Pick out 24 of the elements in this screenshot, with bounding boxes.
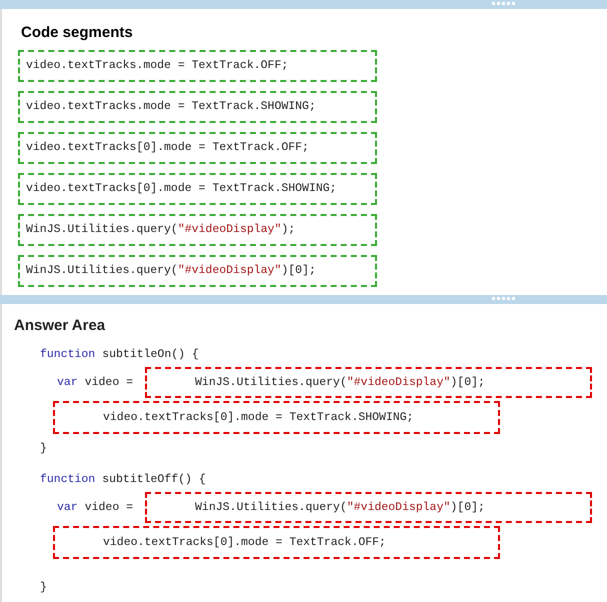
code-line: } [39, 580, 48, 596]
answer-slot[interactable]: video.textTracks[0].mode = TextTrack.OFF; [53, 526, 500, 560]
code-segment[interactable]: video.textTracks.mode = TextTrack.OFF; [18, 50, 377, 82]
code-segment[interactable]: video.textTracks[0].mode = TextTrack.SHOWING; [18, 172, 377, 204]
code-line: video = [84, 374, 134, 391]
code-segment[interactable]: video.textTracks[0].mode = TextTrack.OFF; [18, 132, 377, 164]
code-line: } [39, 440, 48, 457]
code-segment[interactable]: WinJS.Utilities.query("#videoDisplay")[0]; [18, 254, 377, 286]
grip-icon[interactable] [492, 297, 515, 300]
code-segment[interactable]: WinJS.Utilities.query("#videoDisplay"); [18, 214, 377, 246]
code-segment[interactable]: video.textTracks.mode = TextTrack.SHOWING; [18, 90, 377, 122]
code-line: subtitleOn() { [102, 346, 199, 362]
answer-slot[interactable]: WinJS.Utilities.query("#videoDisplay")[0]; [145, 492, 592, 524]
code-keyword: var [57, 374, 78, 391]
section-title: Code segments [20, 23, 134, 43]
grip-icon[interactable] [492, 2, 515, 5]
code-keyword: function [40, 346, 96, 362]
code-keyword: var [57, 500, 78, 516]
answer-slot[interactable]: video.textTracks[0].mode = TextTrack.SHOWING; [53, 400, 500, 434]
code-line: subtitleOff() { [102, 472, 206, 488]
code-line: video = [84, 500, 134, 516]
code-keyword: function [40, 472, 96, 488]
answer-slot[interactable]: WinJS.Utilities.query("#videoDisplay")[0]; [145, 366, 592, 398]
section-title: Answer Area [13, 316, 106, 336]
